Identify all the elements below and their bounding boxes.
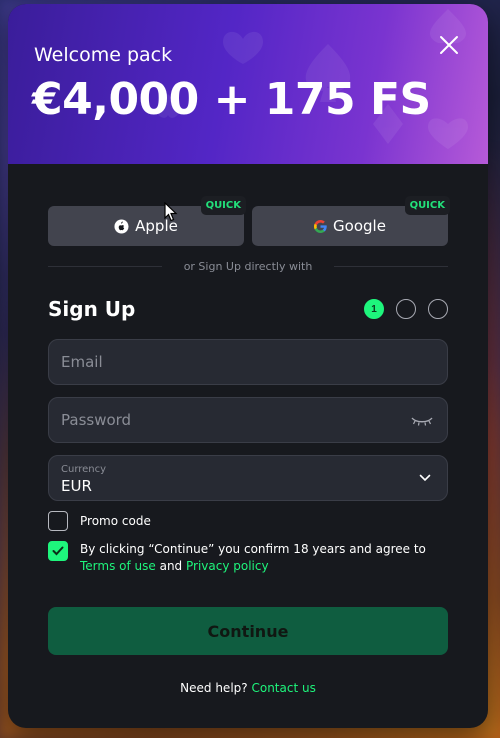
- currency-label: Currency: [61, 463, 107, 475]
- welcome-banner: Welcome pack €4,000 + 175 FS: [8, 4, 488, 164]
- close-icon[interactable]: [438, 34, 460, 56]
- google-button-label: Google: [333, 217, 386, 235]
- terms-prefix: By clicking “Continue” you confirm 18 ye…: [80, 542, 426, 556]
- divider-line: [334, 266, 448, 267]
- step-2: [396, 299, 416, 319]
- banner-subtitle: Welcome pack: [34, 44, 173, 66]
- apple-icon: [114, 218, 129, 234]
- step-3: [428, 299, 448, 319]
- social-login-row: Apple QUICK Google QUICK: [48, 196, 450, 246]
- divider-text: or Sign Up directly with: [183, 260, 313, 273]
- promo-code-label: Promo code: [80, 514, 151, 528]
- signup-divider: or Sign Up directly with: [48, 260, 448, 273]
- mouse-cursor-icon: [164, 202, 178, 222]
- password-input[interactable]: [61, 411, 435, 429]
- promo-code-row: Promo code: [48, 511, 448, 531]
- email-field: [48, 339, 448, 385]
- divider-line: [48, 266, 162, 267]
- signup-modal: Welcome pack €4,000 + 175 FS Apple QUICK: [8, 4, 488, 728]
- apple-signin-button[interactable]: Apple QUICK: [48, 196, 246, 246]
- checkmark-icon: [52, 546, 64, 556]
- chevron-down-icon: [419, 474, 431, 482]
- promo-code-checkbox[interactable]: [48, 511, 68, 531]
- terms-checkbox[interactable]: [48, 541, 68, 561]
- step-1: 1: [364, 299, 384, 319]
- privacy-policy-link[interactable]: Privacy policy: [186, 559, 269, 573]
- help-row: Need help? Contact us: [48, 681, 448, 695]
- google-icon: [314, 219, 327, 233]
- quick-badge: QUICK: [404, 196, 450, 215]
- help-text: Need help?: [180, 681, 248, 695]
- terms-row: By clicking “Continue” you confirm 18 ye…: [48, 541, 448, 575]
- continue-button[interactable]: Continue: [48, 607, 448, 655]
- signup-title: Sign Up: [48, 297, 136, 321]
- terms-and: and: [155, 559, 186, 573]
- password-field: [48, 397, 448, 443]
- google-signin-button[interactable]: Google QUICK: [252, 196, 450, 246]
- currency-value: EUR: [61, 476, 92, 495]
- step-indicator: 1: [364, 299, 448, 319]
- signup-body: Apple QUICK Google QUICK or Sign Up dire…: [8, 164, 488, 695]
- currency-select[interactable]: Currency EUR: [48, 455, 448, 501]
- contact-us-link[interactable]: Contact us: [251, 681, 315, 695]
- terms-text: By clicking “Continue” you confirm 18 ye…: [80, 541, 448, 575]
- terms-of-use-link[interactable]: Terms of use: [80, 559, 156, 573]
- signup-form: Currency EUR: [48, 339, 448, 501]
- banner-bonus-title: €4,000 + 175 FS: [32, 74, 431, 125]
- signup-header: Sign Up 1: [48, 297, 448, 321]
- eye-closed-icon[interactable]: [411, 416, 433, 426]
- email-input[interactable]: [61, 353, 435, 371]
- quick-badge: QUICK: [200, 196, 246, 215]
